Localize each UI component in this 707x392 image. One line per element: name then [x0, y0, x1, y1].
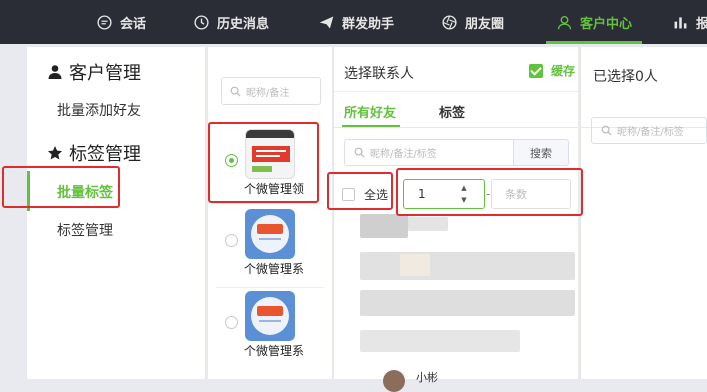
tag-management-label: 标签管理 [69, 144, 141, 165]
friend-search-placeholder: 昵称/备注/标签 [370, 149, 437, 160]
cache-label: 缓存 [551, 64, 576, 78]
blurred-row [360, 252, 575, 280]
nav-history-label: 历史消息 [217, 16, 270, 32]
blurred-row [360, 330, 520, 352]
clock-icon [194, 14, 209, 30]
group-search-placeholder: 昵称/备注 [246, 87, 290, 99]
nav-customer-center[interactable]: 客户中心 [546, 0, 642, 44]
friend-search-input[interactable]: 昵称/备注/标签 [344, 139, 514, 166]
nav-moments[interactable]: 朋友圈 [441, 0, 504, 44]
checkbox-checked-icon [529, 63, 543, 78]
star-icon [48, 146, 63, 160]
nav-report[interactable]: 报 [672, 0, 707, 44]
selected-panel: 已选择0人 [580, 47, 707, 379]
sidebar: 客户管理 批量添加好友 标签管理 批量标签 标签管理 [27, 47, 205, 379]
aperture-icon [442, 14, 457, 30]
divider [334, 127, 578, 128]
nav-active-underline [546, 41, 642, 44]
contact-select-title: 选择联系人 [344, 66, 414, 82]
group-avatar [245, 291, 295, 341]
divider [216, 203, 324, 204]
bar-chart-icon [674, 16, 687, 28]
top-nav: 会话 历史消息 群发助手 朋友圈 客户中心 报 [0, 0, 707, 44]
nav-history[interactable]: 历史消息 [193, 0, 269, 44]
annotation-box [396, 168, 583, 216]
group-search-input[interactable]: 昵称/备注 [221, 77, 321, 105]
group-name: 个微管理系 [244, 262, 305, 276]
nav-chat-label: 会话 [120, 16, 147, 32]
send-icon [319, 16, 334, 28]
selected-search-input[interactable]: 昵称/备注/标签 [591, 117, 707, 144]
selected-search-placeholder: 昵称/备注/标签 [617, 127, 684, 138]
nav-broadcast[interactable]: 群发助手 [318, 0, 394, 44]
group-panel: 昵称/备注 个微管理领 个微管理系 个微管理系 [208, 47, 332, 379]
customer-management-heading: 客户管理 [47, 59, 141, 85]
nav-broadcast-label: 群发助手 [342, 16, 395, 32]
chat-icon [97, 14, 112, 30]
divider [216, 287, 324, 288]
nav-report-label: 报 [696, 16, 707, 32]
friend-name: 小彬 [416, 371, 438, 384]
search-button[interactable]: 搜索 [513, 139, 569, 166]
annotation-box [2, 166, 120, 208]
avatar [383, 370, 405, 392]
group-avatar [245, 209, 295, 259]
group-radio[interactable] [225, 234, 238, 247]
user-icon [557, 15, 572, 29]
customer-management-label: 客户管理 [69, 63, 141, 84]
tab-tags[interactable]: 标签 [439, 102, 465, 121]
selected-count-title: 已选择0人 [593, 69, 658, 85]
nav-customer-center-label: 客户中心 [579, 16, 632, 32]
search-icon [601, 125, 612, 136]
tag-management-heading: 标签管理 [47, 140, 141, 166]
blurred-row [400, 254, 430, 276]
sidebar-item-tag-management[interactable]: 标签管理 [57, 220, 113, 240]
group-radio[interactable] [225, 316, 238, 329]
tab-all-friends[interactable]: 所有好友 [344, 102, 396, 121]
divider [334, 91, 578, 92]
cache-checkbox[interactable]: 缓存 [529, 62, 575, 79]
search-icon [230, 86, 241, 97]
annotation-box [327, 172, 393, 210]
blurred-row [360, 290, 575, 316]
blurred-row [360, 214, 408, 238]
search-icon [354, 147, 365, 158]
nav-chat[interactable]: 会话 [96, 0, 146, 44]
blurred-row [408, 217, 448, 231]
annotation-box [208, 122, 319, 203]
person-icon [48, 65, 62, 79]
group-name: 个微管理系 [244, 344, 305, 358]
nav-moments-label: 朋友圈 [465, 16, 505, 32]
sidebar-item-batch-add-friends[interactable]: 批量添加好友 [57, 100, 141, 120]
